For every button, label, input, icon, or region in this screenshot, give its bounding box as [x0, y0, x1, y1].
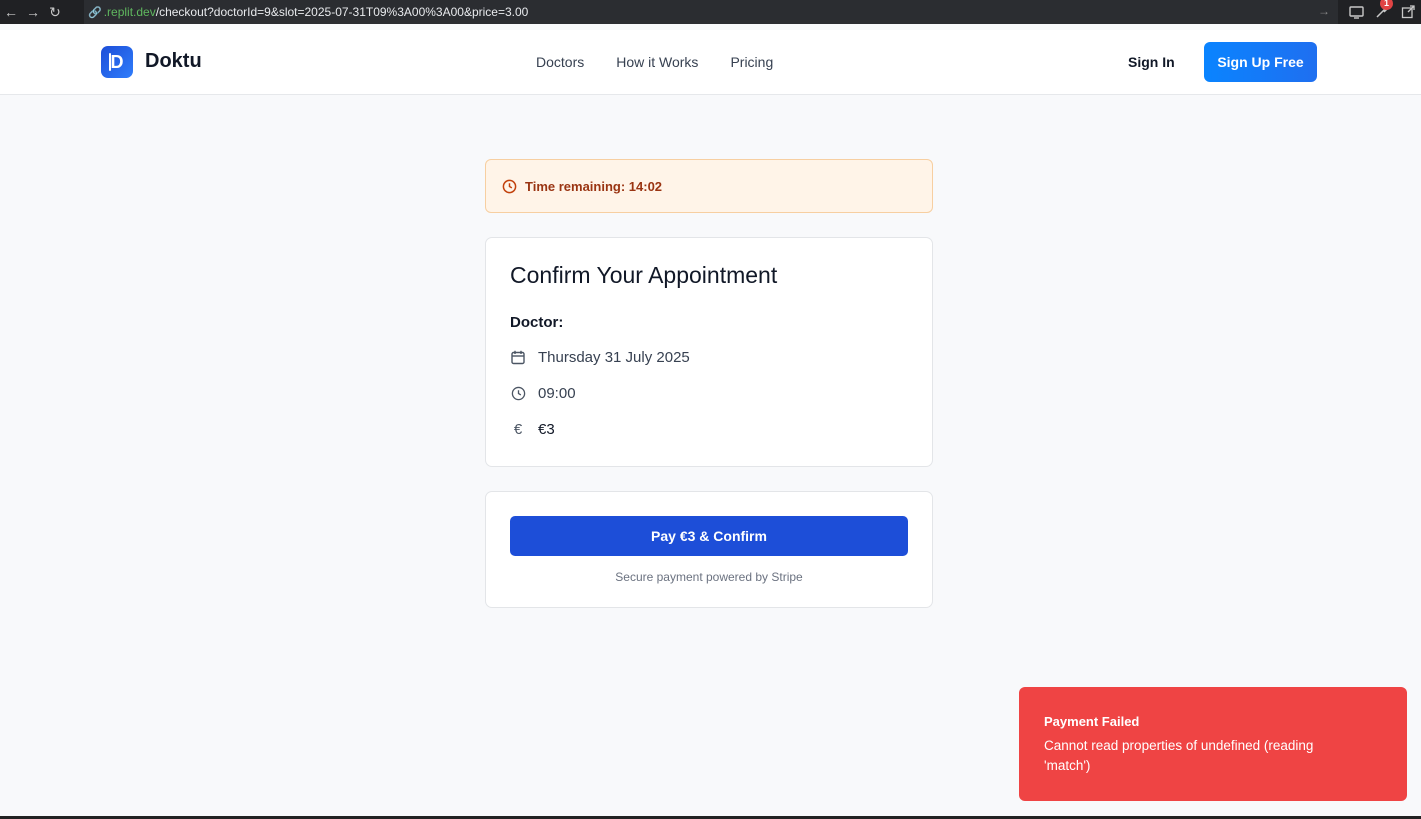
doctor-label: Doctor:: [510, 314, 564, 331]
sign-up-button[interactable]: Sign Up Free: [1204, 42, 1317, 82]
forward-arrow-icon[interactable]: →: [22, 0, 44, 24]
page-title: Confirm Your Appointment: [510, 262, 778, 288]
link-icon: 🔗: [88, 6, 102, 19]
brand-name[interactable]: Doktu: [145, 50, 202, 73]
euro-icon: €: [513, 421, 523, 438]
address-bar[interactable]: 🔗 .replit.dev/checkout?doctorId=9&slot=2…: [84, 0, 1338, 24]
appointment-date: Thursday 31 July 2025: [538, 349, 690, 366]
pay-confirm-button[interactable]: Pay €3 & Confirm: [510, 516, 908, 556]
error-toast[interactable]: Payment Failed Cannot read properties of…: [1019, 687, 1407, 801]
clock-icon: [502, 179, 517, 194]
time-remaining-text: Time remaining: 14:02: [525, 178, 663, 194]
appointment-time: 09:00: [538, 385, 576, 402]
back-arrow-icon[interactable]: ←: [0, 0, 22, 24]
notification-badge: 1: [1380, 0, 1393, 10]
timer-banner: Time remaining: 14:02: [485, 159, 933, 213]
nav-link-doctors[interactable]: Doctors: [536, 54, 584, 70]
sign-in-link[interactable]: Sign In: [1128, 54, 1175, 70]
nav-links: Doctors How it Works Pricing: [536, 54, 773, 70]
nav-link-pricing[interactable]: Pricing: [730, 54, 773, 70]
appointment-price: €3: [538, 421, 555, 438]
url-host: .replit.dev: [103, 5, 156, 19]
url-path: /checkout?doctorId=9&slot=2025-07-31T09%…: [155, 5, 529, 19]
secure-payment-note: Secure payment powered by Stripe: [615, 570, 803, 584]
logo[interactable]: D: [101, 46, 133, 78]
time-row: 09:00: [510, 385, 576, 402]
reload-icon[interactable]: ↻: [44, 0, 66, 24]
top-navigation: D Doktu Doctors How it Works Pricing Sig…: [0, 30, 1421, 95]
price-row: € €3: [510, 421, 555, 438]
logo-bar: [109, 53, 111, 71]
toast-title: Payment Failed: [1044, 714, 1140, 729]
logo-letter: D: [110, 51, 124, 72]
calendar-icon: [510, 350, 526, 366]
go-arrow-icon[interactable]: →: [1318, 4, 1330, 18]
screen-cast-icon[interactable]: [1343, 0, 1369, 24]
clock-icon: [510, 386, 526, 402]
extension-icon[interactable]: 1: [1369, 0, 1395, 24]
nav-link-how-it-works[interactable]: How it Works: [616, 54, 698, 70]
browser-toolbar: ← → ↻ 🔗 .replit.dev/checkout?doctorId=9&…: [0, 0, 1421, 24]
toast-message: Cannot read properties of undefined (rea…: [1044, 738, 1314, 773]
date-row: Thursday 31 July 2025: [510, 349, 690, 366]
payment-card: Pay €3 & Confirm Secure payment powered …: [485, 491, 933, 608]
appointment-card: Confirm Your Appointment Doctor: Thursda…: [485, 237, 933, 467]
open-external-icon[interactable]: [1395, 0, 1421, 24]
